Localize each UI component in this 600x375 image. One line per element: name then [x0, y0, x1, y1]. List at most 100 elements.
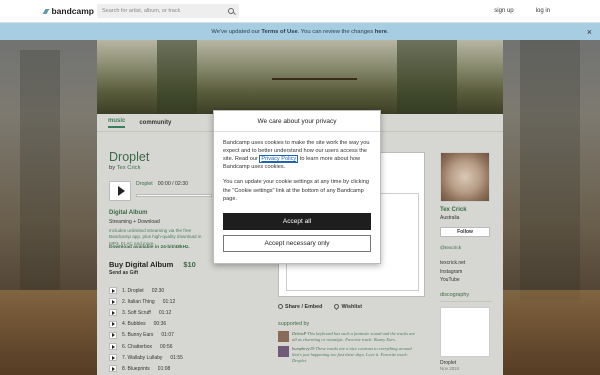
bandcamp-logo[interactable]: bandcamp [42, 6, 94, 16]
search-icon[interactable] [228, 8, 234, 14]
track-play-button[interactable] [109, 298, 117, 306]
privacy-policy-link[interactable]: Privacy Policy [259, 155, 299, 164]
track-play-button[interactable] [109, 354, 117, 362]
terms-link[interactable]: Terms of Use [261, 29, 297, 35]
play-icon [111, 333, 115, 338]
banner-middle: . You can review the changes [297, 28, 375, 35]
close-icon[interactable]: × [587, 27, 592, 37]
buy-digital-album-button[interactable]: Buy Digital Album [109, 260, 173, 269]
terms-banner: We've updated our Terms of Use. You can … [0, 23, 600, 40]
cookie-consent-dialog: We care about your privacy Bandcamp uses… [213, 110, 381, 264]
track-row: 3. Soft Scruff 01:12 [109, 307, 269, 318]
top-bar: bandcamp Search for artist, album, or tr… [0, 0, 600, 23]
share-embed-button[interactable]: Share / Embed [278, 304, 322, 310]
track-title[interactable]: 4. Bubbles [122, 321, 146, 327]
track-title[interactable]: 2. Italian Thing [122, 299, 155, 305]
heart-icon [333, 302, 341, 311]
audio-player: Droplet 00:00 / 02:30 [109, 181, 188, 201]
track-duration: 01:12 [158, 309, 172, 316]
search-placeholder: Search for artist, album, or track [102, 8, 181, 14]
progress-bar[interactable] [136, 194, 212, 197]
digital-album-title[interactable]: Digital Album [109, 210, 147, 216]
supporter-name[interactable]: humphrey19 [292, 346, 314, 351]
play-button[interactable] [109, 181, 131, 201]
track-play-button[interactable] [109, 343, 117, 351]
track-row: 4. Bubbles 00:36 [109, 319, 269, 330]
accept-all-button[interactable]: Accept all [223, 212, 371, 230]
play-icon [111, 344, 115, 349]
website-link[interactable]: texcrick.net [440, 259, 492, 268]
share-embed-label: Share / Embed [285, 304, 323, 310]
track-duration: 01:12 [162, 298, 176, 305]
supporter-name[interactable]: DebraP [292, 331, 306, 336]
track-row: 6. Chatterbox 00:56 [109, 341, 269, 352]
sign-up-link[interactable]: sign up [494, 8, 513, 14]
player-time: 00:00 / 02:30 [157, 181, 189, 187]
tab-music[interactable]: music [108, 118, 126, 128]
play-icon [111, 322, 115, 327]
discography-heading[interactable]: discography [440, 292, 492, 302]
track-title[interactable]: 5. Bunny Ears [122, 332, 153, 338]
download-note: Download available in 24-bit/48kHz. [109, 245, 190, 250]
discography-album-date: Nov 2024 [440, 365, 460, 371]
track-row: 7. Wallaby Lullaby 01:55 [109, 352, 269, 363]
supporter-avatar[interactable] [278, 331, 289, 342]
track-row: 2. Italian Thing 01:12 [109, 296, 269, 307]
digital-album-subtitle: Streaming + Download [109, 219, 160, 225]
by-label: by [109, 165, 116, 171]
track-play-button[interactable] [109, 309, 117, 317]
track-duration: 00:56 [160, 343, 173, 350]
wishlist-button[interactable]: Wishlist [333, 302, 363, 311]
supporter-avatar[interactable] [278, 346, 289, 358]
track-list: 1. Droplet 02:30 2. Italian Thing 01:12 3.… [109, 285, 269, 375]
instagram-link[interactable]: Instagram [440, 268, 492, 277]
supporter-item: humphrey19 These tracks are a nice contr… [278, 346, 418, 363]
track-duration: 00:36 [153, 321, 167, 328]
byline: by Tex Crick [109, 165, 140, 171]
track-row: 5. Bunny Ears 01:07 [109, 330, 269, 341]
artist-handle[interactable]: @texcrick [440, 246, 492, 251]
play-icon [111, 355, 115, 360]
artist-photo[interactable] [440, 152, 490, 202]
banner-prefix: We've updated our [211, 28, 262, 35]
search-input[interactable]: Search for artist, album, or track [97, 4, 239, 18]
play-icon [117, 186, 125, 196]
track-row: 1. Droplet 02:30 [109, 285, 269, 296]
track-row: 8. Blueprints 01:08 [109, 363, 269, 374]
artist-header-image [97, 40, 503, 114]
bandcamp-logo-icon [42, 8, 50, 14]
supporter-list: DebraP This keyboard has such a fantasti… [278, 331, 418, 367]
log-in-link[interactable]: log in [536, 8, 550, 14]
play-icon [111, 299, 115, 304]
track-play-button[interactable] [109, 287, 117, 295]
track-title[interactable]: 8. Blueprints [122, 366, 150, 372]
track-play-button[interactable] [109, 365, 117, 373]
track-play-button[interactable] [109, 320, 117, 328]
accept-necessary-button[interactable]: Accept necessary only [223, 234, 371, 252]
share-icon [278, 304, 283, 309]
discography-album-art[interactable] [440, 306, 490, 357]
tab-community[interactable]: community [139, 120, 171, 126]
cookie-settings-text: You can update your cookie settings at a… [223, 179, 369, 202]
follow-button[interactable]: Follow [440, 227, 490, 237]
supporter-comment: This keyboard has such a fantastic sound… [292, 331, 415, 342]
send-as-gift-link[interactable]: Send as Gift [109, 270, 138, 276]
artist-link[interactable]: Tex Crick [117, 165, 141, 171]
album-title: Droplet [109, 150, 150, 164]
play-icon [111, 288, 115, 293]
track-title[interactable]: 1. Droplet [122, 288, 144, 294]
wishlist-label: Wishlist [341, 304, 363, 310]
logo-text: bandcamp [51, 6, 94, 16]
album-price: $10 [183, 260, 196, 269]
track-play-button[interactable] [109, 331, 117, 339]
track-title[interactable]: 7. Wallaby Lullaby [122, 355, 162, 361]
youtube-link[interactable]: YouTube [440, 276, 492, 285]
supported-by-heading: supported by [278, 321, 310, 327]
track-title[interactable]: 3. Soft Scruff [122, 310, 151, 316]
banner-suffix: . [386, 28, 389, 35]
track-duration: 01:07 [161, 332, 174, 339]
track-title[interactable]: 6. Chatterbox [122, 344, 152, 350]
play-icon [111, 310, 115, 315]
changes-link[interactable]: here [375, 29, 387, 35]
artist-name[interactable]: Tex Crick [440, 207, 492, 213]
